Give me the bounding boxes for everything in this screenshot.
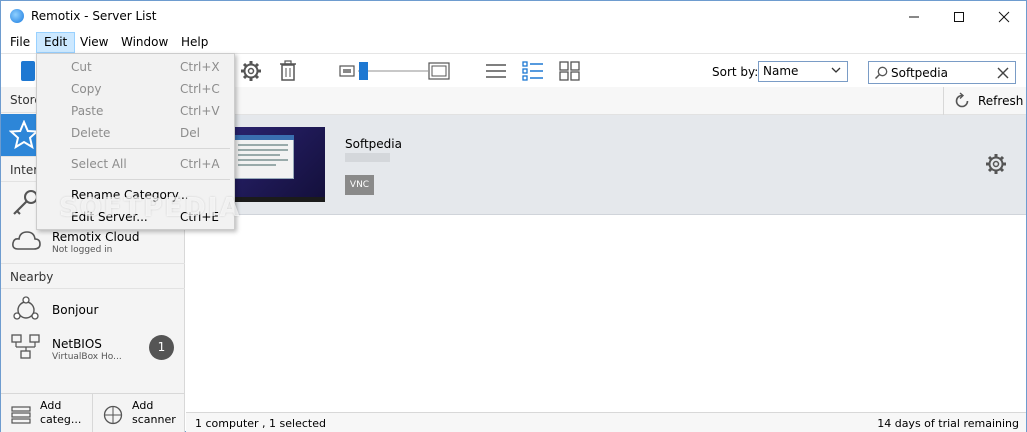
star-icon	[9, 120, 39, 150]
close-icon	[998, 11, 1010, 22]
server-item[interactable]: Softpedia VNC	[186, 115, 1026, 215]
protocol-badge: VNC	[345, 175, 374, 195]
refresh-button[interactable]: Refresh	[943, 87, 1026, 115]
status-bar: 1 computer , 1 selected 14 days of trial…	[186, 412, 1026, 432]
menu-window[interactable]: Window	[114, 32, 175, 53]
menu-item-paste[interactable]: Paste Ctrl+V	[37, 101, 234, 121]
refresh-icon	[955, 92, 969, 108]
server-thumbnail	[226, 127, 325, 202]
clear-search-icon[interactable]	[996, 66, 1010, 80]
menu-help[interactable]: Help	[174, 32, 215, 53]
search-input[interactable]: Softpedia	[868, 61, 1016, 84]
maximize-icon	[954, 11, 964, 22]
content-header: Refresh	[186, 87, 1026, 115]
menu-item-delete[interactable]: Delete Del	[37, 123, 234, 143]
menu-separator	[70, 179, 230, 180]
trash-icon	[280, 60, 296, 81]
slider-thumb[interactable]	[359, 62, 368, 80]
server-list: Refresh Softpedia VNC	[186, 87, 1026, 412]
sort-label: Sort by:	[712, 65, 759, 79]
zoom-small-icon	[337, 59, 357, 83]
settings-button[interactable]	[239, 59, 263, 83]
minimize-button[interactable]	[891, 1, 937, 32]
grid-view-icon	[559, 61, 580, 81]
slider-track	[358, 70, 428, 72]
maximize-button[interactable]	[936, 1, 982, 32]
list-view-icon	[486, 64, 506, 78]
details-view-icon	[522, 61, 543, 81]
search-icon	[874, 66, 888, 80]
network-icon	[11, 334, 40, 359]
menu-item-select-all[interactable]: Select All Ctrl+A	[37, 154, 234, 174]
details-view-button[interactable]	[521, 59, 545, 83]
favorites-item[interactable]	[1, 114, 41, 156]
sort-select[interactable]: Name	[758, 61, 848, 82]
add-scanner-icon	[103, 405, 123, 425]
sidebar-item-label: Remotix Cloud	[52, 230, 140, 244]
large-thumbnail-icon	[428, 62, 450, 80]
server-name: Softpedia	[345, 137, 402, 151]
menu-edit[interactable]: Edit	[36, 32, 76, 53]
list-view-button[interactable]	[484, 59, 508, 83]
menu-item-copy[interactable]: Copy Ctrl+C	[37, 79, 234, 99]
window-title: Remotix - Server List	[31, 9, 157, 23]
trial-status: 14 days of trial remaining	[877, 417, 1019, 430]
app-window: Remotix - Server List File Edit View Win…	[0, 0, 1027, 432]
gear-icon[interactable]	[985, 153, 1007, 175]
sidebar-footer: Add categ... Add scanner	[1, 393, 185, 432]
add-category-label: Add categ...	[40, 399, 82, 426]
add-scanner-button[interactable]: Add scanner	[93, 394, 185, 432]
sidebar-item-label: Bonjour	[52, 303, 99, 317]
menu-file[interactable]: File	[3, 32, 37, 53]
watermark: SOFTPEDIA	[59, 193, 242, 223]
search-value: Softpedia	[891, 66, 948, 80]
selection-status: 1 computer , 1 selected	[195, 417, 326, 430]
add-category-icon	[11, 406, 31, 424]
server-address-redacted	[345, 153, 390, 162]
close-button[interactable]	[981, 1, 1027, 32]
section-nearby: Nearby	[1, 263, 185, 289]
small-thumbnail-icon	[339, 65, 355, 77]
menu-bar: File Edit View Window Help	[1, 32, 1026, 53]
refresh-label: Refresh	[978, 94, 1024, 108]
title-bar: Remotix - Server List	[1, 1, 1026, 32]
menu-item-cut[interactable]: Cut Ctrl+X	[37, 57, 234, 77]
sort-value: Name	[763, 64, 799, 78]
add-scanner-label: Add scanner	[132, 399, 176, 426]
sidebar-item-sub: Not logged in	[52, 245, 113, 255]
chevron-down-icon	[831, 67, 841, 73]
menu-separator	[70, 148, 230, 149]
connect-icon	[21, 61, 35, 81]
delete-button[interactable]	[276, 59, 300, 83]
connect-button[interactable]	[15, 59, 35, 83]
zoom-slider[interactable]	[358, 61, 428, 81]
grid-view-button[interactable]	[558, 59, 582, 83]
sidebar-item-bonjour[interactable]: Bonjour	[1, 292, 185, 328]
bonjour-icon	[13, 296, 39, 320]
gear-icon	[241, 61, 261, 81]
minimize-icon	[909, 16, 919, 17]
menu-view[interactable]: View	[73, 32, 115, 53]
sidebar-item-label: NetBIOS	[52, 337, 102, 351]
count-badge: 1	[149, 335, 174, 360]
add-category-button[interactable]: Add categ...	[1, 394, 93, 432]
sidebar-item-netbios[interactable]: NetBIOS VirtualBox Ho... 1	[1, 329, 185, 365]
cloud-icon	[12, 231, 41, 250]
zoom-large-icon	[427, 59, 451, 83]
app-icon	[10, 9, 24, 23]
sidebar-item-sub: VirtualBox Ho...	[52, 352, 122, 362]
